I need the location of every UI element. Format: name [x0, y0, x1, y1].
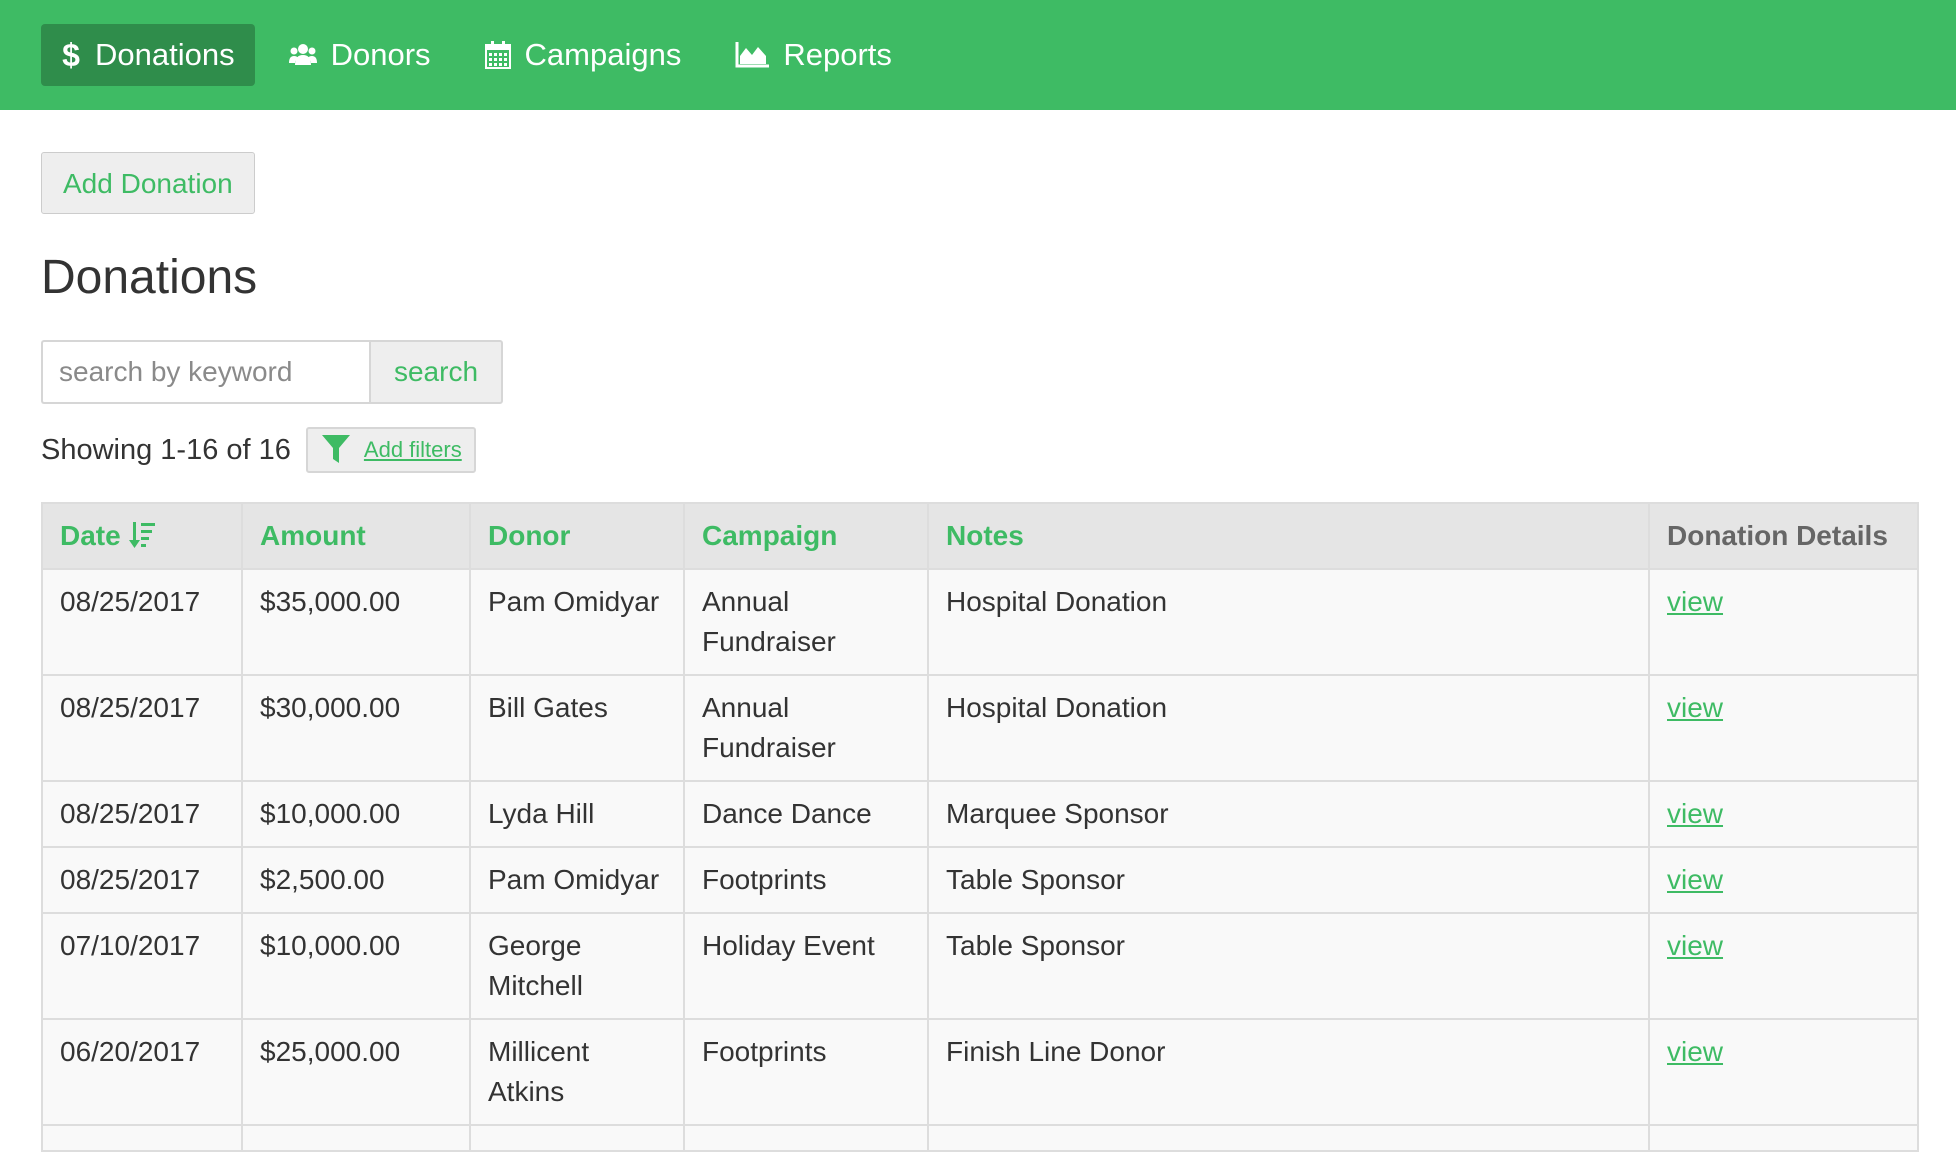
calendar-icon	[484, 41, 511, 69]
cell-amount: $10,000.00	[241, 912, 471, 1020]
nav-item-campaigns[interactable]: Campaigns	[465, 24, 702, 86]
cell-campaign: Footprints	[683, 846, 929, 914]
cell-notes	[927, 1124, 1650, 1152]
cell-donor: Millicent Atkins	[469, 1018, 685, 1126]
cell-date: 08/25/2017	[41, 846, 243, 914]
view-link[interactable]: view	[1667, 798, 1723, 829]
cell-donor: Lyda Hill	[469, 780, 685, 848]
page-title: Donations	[41, 251, 258, 304]
column-header-amount[interactable]: Amount	[241, 502, 471, 570]
add-filters-link[interactable]: Add filters	[364, 437, 462, 463]
cell-notes: Table Sponsor	[927, 912, 1650, 1020]
cell-details: view	[1648, 846, 1919, 914]
cell-date: 06/20/2017	[41, 1018, 243, 1126]
cell-donor	[469, 1124, 685, 1152]
table-row	[41, 1124, 1919, 1152]
table-header-row: Date Amount Donor Campaign Notes Donatio…	[41, 502, 1919, 570]
cell-notes: Hospital Donation	[927, 674, 1650, 782]
cell-details: view	[1648, 568, 1919, 676]
search-group: search	[41, 340, 503, 404]
cell-amount	[241, 1124, 471, 1152]
cell-amount: $35,000.00	[241, 568, 471, 676]
column-header-campaign[interactable]: Campaign	[683, 502, 929, 570]
cell-notes: Marquee Sponsor	[927, 780, 1650, 848]
column-header-date[interactable]: Date	[41, 502, 243, 570]
cell-notes: Finish Line Donor	[927, 1018, 1650, 1126]
column-header-donor[interactable]: Donor	[469, 502, 685, 570]
cell-donor: George Mitchell	[469, 912, 685, 1020]
nav-item-donors[interactable]: Donors	[269, 24, 451, 86]
cell-notes: Table Sponsor	[927, 846, 1650, 914]
view-link[interactable]: view	[1667, 930, 1723, 961]
table-row: 08/25/2017 $30,000.00 Bill Gates Annual …	[41, 674, 1919, 782]
cell-details: view	[1648, 912, 1919, 1020]
cell-campaign: Annual Fundraiser	[683, 674, 929, 782]
nav-item-reports[interactable]: Reports	[715, 24, 912, 86]
view-link[interactable]: view	[1667, 692, 1723, 723]
search-button[interactable]: search	[369, 340, 503, 404]
view-link[interactable]: view	[1667, 1036, 1723, 1067]
cell-amount: $25,000.00	[241, 1018, 471, 1126]
table-row: 08/25/2017 $10,000.00 Lyda Hill Dance Da…	[41, 780, 1919, 848]
cell-campaign: Annual Fundraiser	[683, 568, 929, 676]
users-icon	[288, 43, 317, 67]
cell-date: 08/25/2017	[41, 568, 243, 676]
cell-date	[41, 1124, 243, 1152]
view-link[interactable]: view	[1667, 864, 1723, 895]
add-filters-button[interactable]: Add filters	[305, 427, 476, 473]
cell-donor: Pam Omidyar	[469, 846, 685, 914]
area-chart-icon	[735, 42, 770, 68]
sort-descending-icon[interactable]	[128, 520, 157, 550]
column-header-notes[interactable]: Notes	[927, 502, 1650, 570]
cell-campaign: Footprints	[683, 1018, 929, 1126]
nav-item-label: Donations	[95, 37, 235, 72]
nav-item-donations[interactable]: $ Donations	[41, 24, 255, 86]
cell-donor: Bill Gates	[469, 674, 685, 782]
cell-details	[1648, 1124, 1919, 1152]
cell-campaign: Holiday Event	[683, 912, 929, 1020]
search-input[interactable]	[41, 340, 369, 404]
table-row: 08/25/2017 $2,500.00 Pam Omidyar Footpri…	[41, 846, 1919, 914]
column-header-donation-details: Donation Details	[1648, 502, 1919, 570]
cell-amount: $2,500.00	[241, 846, 471, 914]
cell-amount: $10,000.00	[241, 780, 471, 848]
svg-text:$: $	[62, 39, 80, 71]
cell-details: view	[1648, 780, 1919, 848]
cell-campaign	[683, 1124, 929, 1152]
donations-table: Date Amount Donor Campaign Notes Donatio…	[41, 502, 1919, 1152]
cell-date: 07/10/2017	[41, 912, 243, 1020]
cell-date: 08/25/2017	[41, 674, 243, 782]
cell-notes: Hospital Donation	[927, 568, 1650, 676]
cell-details: view	[1648, 1018, 1919, 1126]
filter-icon	[321, 435, 350, 465]
main-content: Add Donation Donations search Showing 1-…	[0, 110, 1956, 1152]
cell-donor: Pam Omidyar	[469, 568, 685, 676]
view-link[interactable]: view	[1667, 586, 1723, 617]
nav-item-label: Donors	[330, 37, 431, 72]
add-donation-button[interactable]: Add Donation	[41, 152, 255, 214]
table-row: 06/20/2017 $25,000.00 Millicent Atkins F…	[41, 1018, 1919, 1126]
table-row: 08/25/2017 $35,000.00 Pam Omidyar Annual…	[41, 568, 1919, 676]
nav-item-label: Reports	[783, 37, 892, 72]
cell-details: view	[1648, 674, 1919, 782]
results-summary-row: Showing 1-16 of 16 Add filters	[41, 426, 1916, 474]
table-row: 07/10/2017 $10,000.00 George Mitchell Ho…	[41, 912, 1919, 1020]
dollar-icon: $	[61, 39, 81, 71]
nav-item-label: Campaigns	[524, 37, 682, 72]
cell-date: 08/25/2017	[41, 780, 243, 848]
top-navbar: $ Donations Donors Campaigns Reports	[0, 0, 1956, 110]
cell-amount: $30,000.00	[241, 674, 471, 782]
results-count: Showing 1-16 of 16	[41, 433, 291, 466]
cell-campaign: Dance Dance	[683, 780, 929, 848]
